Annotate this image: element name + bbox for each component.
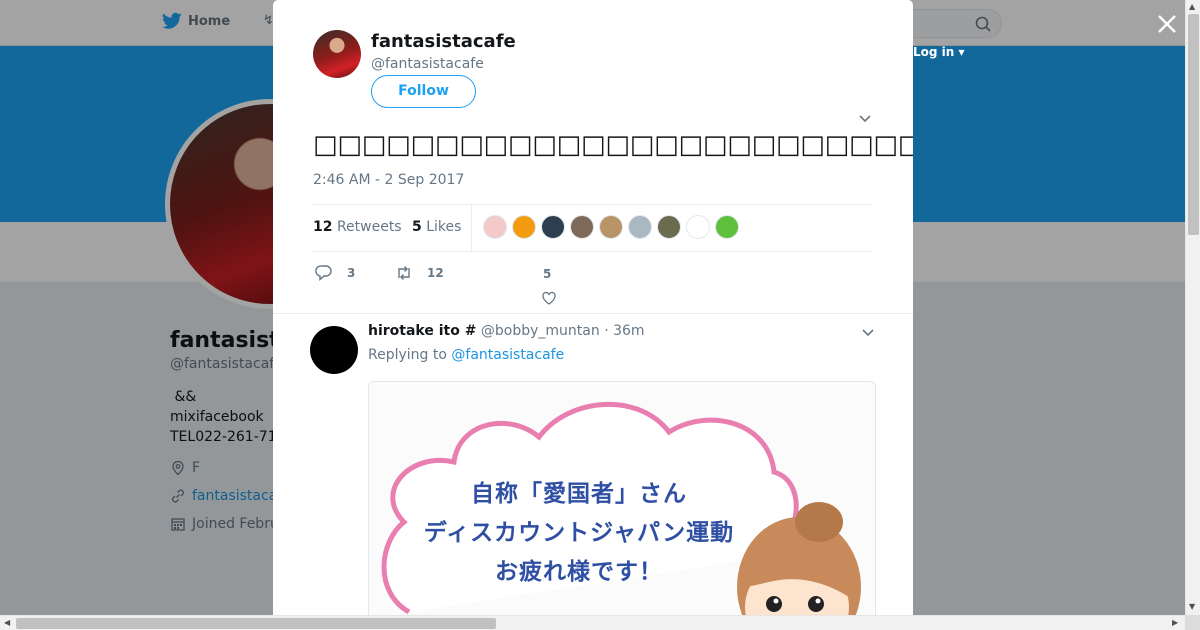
tweet-text: □□□□□□□□□□□□□□□□□□□□□□□□□□□□□□□□□□□□□GHQ… xyxy=(313,130,913,160)
close-icon xyxy=(1158,15,1176,33)
retweets-stat[interactable]: 12 Retweets xyxy=(313,219,402,235)
likes-stat[interactable]: 5 Likes xyxy=(412,219,461,235)
retweet-count: 12 xyxy=(427,266,444,280)
reply-author-name[interactable]: hirotake ito # xyxy=(368,323,476,339)
scroll-up-arrow[interactable]: ▲ xyxy=(1189,2,1195,12)
reply-time[interactable]: · 36m xyxy=(604,323,644,339)
login-link[interactable]: Log in ▾ xyxy=(913,45,965,59)
liker-avatar[interactable] xyxy=(657,215,681,239)
liker-avatar[interactable] xyxy=(686,215,710,239)
liker-avatar[interactable] xyxy=(512,215,536,239)
scrollbar-corner xyxy=(1185,615,1200,630)
reply-media-image[interactable]: 自称「愛国者」さん ディスカウントジャパン運動 お疲れ様です！ xyxy=(368,381,876,615)
reply-header: hirotake ito # @bobby_muntan · 36m xyxy=(368,323,645,339)
scroll-left-arrow[interactable]: ◀ xyxy=(4,618,10,628)
like-count: 5 xyxy=(543,267,552,281)
replying-prefix: Replying to xyxy=(368,347,447,363)
stats-divider xyxy=(471,205,472,251)
reply-separator xyxy=(273,313,913,314)
media-caption-line: ディスカウントジャパン運動 xyxy=(423,520,735,546)
media-caption-line: お疲れ様です！ xyxy=(495,559,663,585)
liker-avatar[interactable] xyxy=(599,215,623,239)
replying-to: Replying to @fantasistacafe xyxy=(368,347,564,363)
replying-to-link[interactable]: @fantasistacafe xyxy=(451,347,564,363)
liker-avatar[interactable] xyxy=(715,215,739,239)
retweets-count: 12 xyxy=(313,219,333,235)
liker-avatar[interactable] xyxy=(483,215,507,239)
vertical-scroll-thumb[interactable] xyxy=(1188,14,1199,235)
liker-avatar[interactable] xyxy=(541,215,565,239)
tweet-stats: 12 Retweets 5 Likes xyxy=(313,204,873,252)
follow-button[interactable]: Follow xyxy=(371,75,476,108)
tweet-author-name[interactable]: fantasistacafe xyxy=(371,31,516,52)
reply-count: 3 xyxy=(347,266,356,280)
tweet-modal: fantasistacafe @fantasistacafe Follow □□… xyxy=(273,0,913,615)
tweet-timestamp[interactable]: 2:46 AM - 2 Sep 2017 xyxy=(313,172,464,188)
horizontal-scrollbar[interactable]: ◀ ▶ xyxy=(0,615,1185,630)
horizontal-scroll-thumb[interactable] xyxy=(16,618,496,629)
vertical-scrollbar[interactable]: ▲ ▼ xyxy=(1185,0,1200,615)
tweet-author-handle[interactable]: @fantasistacafe xyxy=(371,56,484,72)
tweet-actions: 3 12 5 xyxy=(313,262,873,305)
reply-icon xyxy=(315,265,332,282)
reply-author-avatar[interactable] xyxy=(310,326,358,374)
chevron-down-icon[interactable] xyxy=(857,110,873,126)
retweet-button[interactable]: 12 xyxy=(395,264,444,282)
media-caption-line: 自称「愛国者」さん xyxy=(471,481,687,507)
close-button[interactable] xyxy=(1153,10,1181,38)
likes-label: Likes xyxy=(426,219,462,235)
liker-avatars xyxy=(483,215,739,239)
reply-author-handle[interactable]: @bobby_muntan xyxy=(481,323,600,339)
scroll-down-arrow[interactable]: ▼ xyxy=(1189,602,1195,612)
retweets-label: Retweets xyxy=(336,219,402,235)
scroll-right-arrow[interactable]: ▶ xyxy=(1172,618,1178,628)
chevron-down-icon[interactable] xyxy=(860,324,876,340)
liker-avatar[interactable] xyxy=(628,215,652,239)
liker-avatar[interactable] xyxy=(570,215,594,239)
tweet-author-avatar[interactable] xyxy=(313,30,361,78)
retweet-icon xyxy=(398,266,410,280)
likes-count: 5 xyxy=(412,219,422,235)
reply-button[interactable]: 3 xyxy=(315,264,355,282)
heart-icon[interactable] xyxy=(541,290,557,306)
